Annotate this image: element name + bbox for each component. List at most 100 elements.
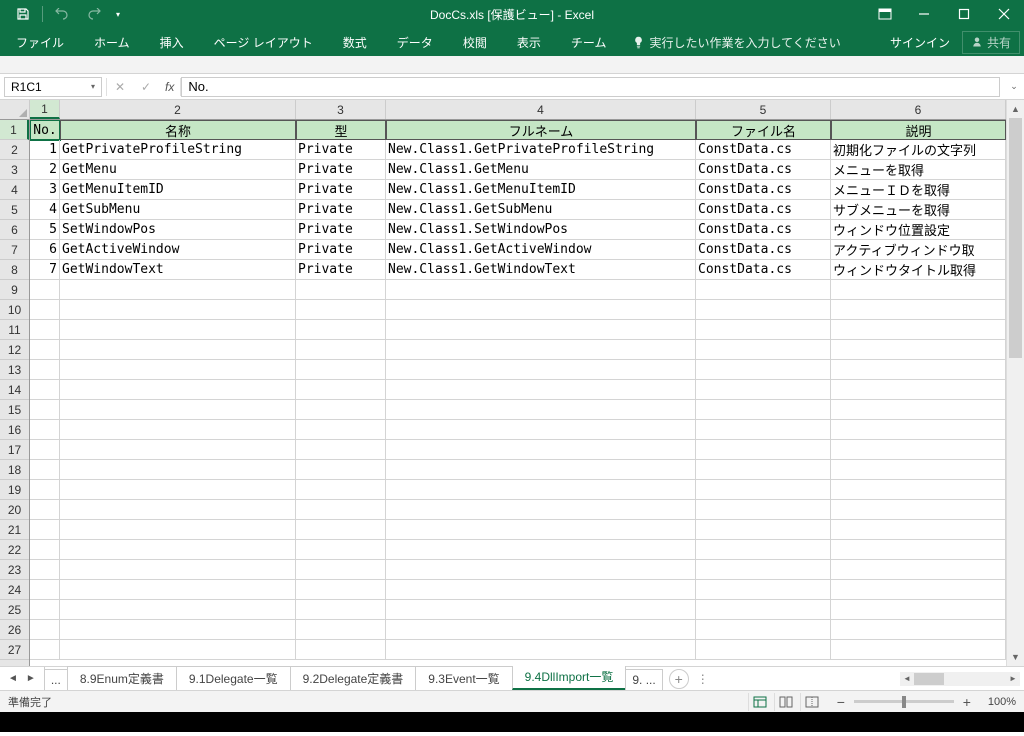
- cell[interactable]: [30, 580, 60, 600]
- cell[interactable]: [30, 560, 60, 580]
- row-header[interactable]: 11: [0, 320, 29, 340]
- cell[interactable]: [30, 460, 60, 480]
- cell[interactable]: [386, 580, 696, 600]
- scroll-thumb[interactable]: [1009, 118, 1022, 358]
- cell[interactable]: GetPrivateProfileString: [60, 140, 296, 160]
- cell[interactable]: New.Class1.SetWindowPos: [386, 220, 696, 240]
- sheet-tab[interactable]: 8.9Enum定義書: [67, 666, 177, 690]
- cell[interactable]: [386, 320, 696, 340]
- cell[interactable]: [30, 520, 60, 540]
- cell[interactable]: メニューＩＤを取得: [831, 180, 1006, 200]
- row-header[interactable]: 18: [0, 460, 29, 480]
- zoom-in-button[interactable]: +: [960, 694, 974, 710]
- cell[interactable]: Private: [296, 240, 386, 260]
- cell[interactable]: [296, 280, 386, 300]
- cell[interactable]: [696, 400, 831, 420]
- enter-formula-button[interactable]: ✓: [133, 76, 159, 98]
- cell[interactable]: [386, 420, 696, 440]
- sheet-tab[interactable]: 9.1Delegate一覧: [176, 666, 291, 690]
- row-header[interactable]: 26: [0, 620, 29, 640]
- cell[interactable]: [696, 280, 831, 300]
- cell[interactable]: [831, 300, 1006, 320]
- cell[interactable]: ConstData.cs: [696, 220, 831, 240]
- cancel-formula-button[interactable]: ✕: [107, 76, 133, 98]
- cell[interactable]: [60, 420, 296, 440]
- page-layout-view-button[interactable]: [774, 693, 798, 711]
- cell[interactable]: [296, 520, 386, 540]
- cell[interactable]: [696, 540, 831, 560]
- cell[interactable]: [386, 280, 696, 300]
- header-cell[interactable]: フルネーム: [386, 120, 696, 140]
- cell[interactable]: [831, 460, 1006, 480]
- cell[interactable]: [296, 500, 386, 520]
- cell[interactable]: GetWindowText: [60, 260, 296, 280]
- cell[interactable]: [60, 520, 296, 540]
- cell[interactable]: [386, 380, 696, 400]
- column-header[interactable]: 4: [386, 100, 696, 119]
- cell[interactable]: [386, 480, 696, 500]
- cell[interactable]: 3: [30, 180, 60, 200]
- sheet-tab[interactable]: 9.4DllImport一覧: [512, 664, 627, 690]
- cell[interactable]: New.Class1.GetMenu: [386, 160, 696, 180]
- cell[interactable]: [296, 460, 386, 480]
- cell[interactable]: [831, 640, 1006, 660]
- cell[interactable]: [831, 480, 1006, 500]
- undo-button[interactable]: [47, 1, 77, 27]
- cell[interactable]: 7: [30, 260, 60, 280]
- name-box[interactable]: R1C1 ▾: [4, 77, 102, 97]
- sheet-menu-button[interactable]: ⋮: [689, 672, 717, 686]
- scroll-down-button[interactable]: ▼: [1007, 648, 1024, 666]
- cell[interactable]: [30, 360, 60, 380]
- cell[interactable]: [296, 540, 386, 560]
- scroll-up-button[interactable]: ▲: [1007, 100, 1024, 118]
- cell[interactable]: [386, 520, 696, 540]
- cell[interactable]: [60, 580, 296, 600]
- row-header[interactable]: 23: [0, 560, 29, 580]
- cell[interactable]: Private: [296, 160, 386, 180]
- cell[interactable]: [386, 340, 696, 360]
- cell[interactable]: [831, 320, 1006, 340]
- cell[interactable]: [60, 440, 296, 460]
- cell[interactable]: [60, 300, 296, 320]
- cell[interactable]: New.Class1.GetPrivateProfileString: [386, 140, 696, 160]
- column-header[interactable]: 1: [30, 100, 60, 119]
- cell[interactable]: [696, 440, 831, 460]
- row-header[interactable]: 15: [0, 400, 29, 420]
- cell[interactable]: [30, 440, 60, 460]
- zoom-level[interactable]: 100%: [988, 696, 1016, 708]
- cell[interactable]: ウィンドウタイトル取得: [831, 260, 1006, 280]
- cell[interactable]: [60, 360, 296, 380]
- cell[interactable]: [386, 540, 696, 560]
- cell[interactable]: GetSubMenu: [60, 200, 296, 220]
- cell[interactable]: [30, 420, 60, 440]
- cell[interactable]: [60, 320, 296, 340]
- select-all-button[interactable]: [0, 100, 30, 120]
- vertical-scrollbar[interactable]: ▲ ▼: [1006, 100, 1024, 666]
- cell[interactable]: [696, 640, 831, 660]
- column-header[interactable]: 6: [831, 100, 1006, 119]
- row-header[interactable]: 20: [0, 500, 29, 520]
- header-cell[interactable]: No.: [30, 120, 60, 140]
- tab-review[interactable]: 校閲: [451, 29, 499, 55]
- column-header[interactable]: 5: [696, 100, 831, 119]
- cell[interactable]: [696, 300, 831, 320]
- cell[interactable]: [386, 560, 696, 580]
- cell[interactable]: 6: [30, 240, 60, 260]
- cell[interactable]: [296, 320, 386, 340]
- cell[interactable]: [30, 640, 60, 660]
- cell[interactable]: [831, 380, 1006, 400]
- header-cell[interactable]: 型: [296, 120, 386, 140]
- header-cell[interactable]: 説明: [831, 120, 1006, 140]
- horizontal-scrollbar[interactable]: ◄ ►: [900, 672, 1020, 686]
- cell[interactable]: ConstData.cs: [696, 240, 831, 260]
- cell[interactable]: [696, 620, 831, 640]
- cell[interactable]: [30, 380, 60, 400]
- scroll-track[interactable]: [1007, 118, 1024, 648]
- cell[interactable]: [386, 640, 696, 660]
- cell[interactable]: [831, 560, 1006, 580]
- cell[interactable]: [831, 400, 1006, 420]
- cell[interactable]: GetMenuItemID: [60, 180, 296, 200]
- cell[interactable]: 初期化ファイルの文字列: [831, 140, 1006, 160]
- scroll-right-button[interactable]: ►: [1006, 672, 1020, 686]
- zoom-out-button[interactable]: −: [834, 694, 848, 710]
